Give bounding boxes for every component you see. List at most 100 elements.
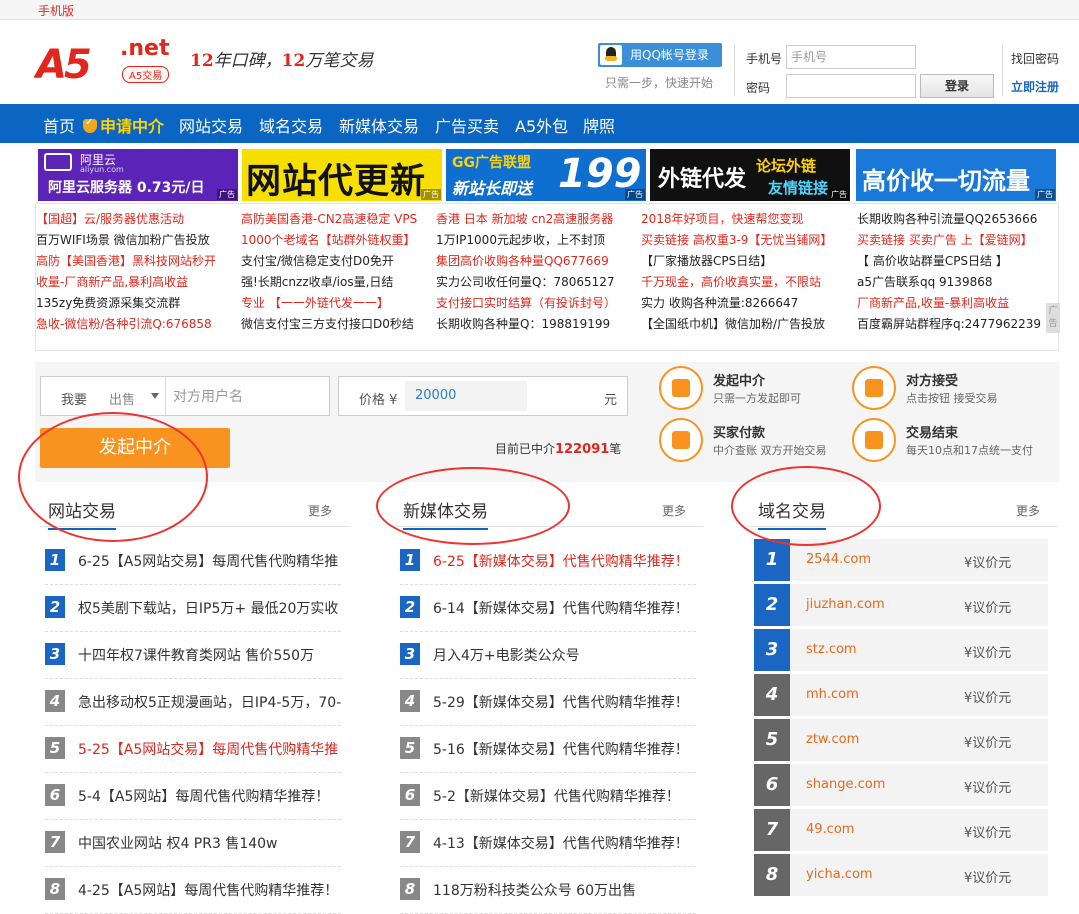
list-item[interactable]: 2 6-14【新媒体交易】代售代购精华推荐！ [400,585,696,632]
list-item[interactable]: 3 月入4万+电影类公众号 [400,632,696,679]
text-ad-link[interactable]: 支付接口实时结算（有投诉封号） [436,293,636,314]
domain-row[interactable]: 6 shange.com ¥议价元 [754,764,1048,806]
list-item-title[interactable]: 5-16【新媒体交易】代售代购精华推荐！ [433,739,698,759]
more-website-link[interactable]: 更多 [308,502,332,519]
list-item[interactable]: 4 5-29【新媒体交易】代售代购精华推荐！ [400,679,696,726]
list-item-title[interactable]: 118万粉科技类公众号 60万出售 [433,880,698,900]
domain-name[interactable]: yicha.com [806,867,873,882]
price-input[interactable]: 20000 [405,381,527,411]
banner-backlink-posting[interactable]: 外链代发 论坛外链 友情链接 广告 [650,149,850,201]
text-ad-link[interactable]: a5广告联系qq 9139868 [857,272,1057,293]
side-ad-tab[interactable]: 广告 [1046,303,1060,333]
domain-row[interactable]: 7 49.com ¥议价元 [754,809,1048,851]
text-ad-link[interactable]: 千万现金，高价收真实量，不限站 [641,272,841,293]
text-ad-link[interactable]: 香港 日本 新加坡 cn2高速服务器 [436,209,636,230]
list-item[interactable]: 3 十四年权7课件教育类网站 售价550万 [45,632,341,679]
list-item-title[interactable]: 4-13【新媒体交易】代售代购精华推荐！ [433,833,698,853]
nav-media-trade[interactable]: 新媒体交易 [339,113,419,137]
qq-login-button[interactable]: 用QQ帐号登录 [598,43,722,67]
list-item-title[interactable]: 5-25【A5网站交易】每周代售代购精华推 [78,739,343,759]
list-item[interactable]: 6 5-2【新媒体交易】代售代购精华推荐！ [400,773,696,820]
domain-row[interactable]: 4 mh.com ¥议价元 [754,674,1048,716]
text-ad-link[interactable]: 【国超】云/服务器优惠活动 [36,209,236,230]
text-ad-link[interactable]: 急收-微信粉/各种引流Q:676858 [36,314,236,335]
list-item[interactable]: 5 5-25【A5网站交易】每周代售代购精华推 [45,726,341,773]
text-ad-link[interactable]: 长期收购各种量Q：198819199 [436,314,636,335]
text-ad-link[interactable]: 买卖链接 买卖广告 上【爱链网】 [857,230,1057,251]
domain-name[interactable]: stz.com [806,642,857,657]
list-item-title[interactable]: 5-4【A5网站】每周代售代购精华推荐！ [78,786,343,806]
find-password-link[interactable]: 找回密码 [1011,50,1059,67]
nav-license[interactable]: 牌照 [583,113,615,137]
text-ad-link[interactable]: 厂商新产品,收量-暴利高收益 [857,293,1057,314]
domain-row[interactable]: 2 jiuzhan.com ¥议价元 [754,584,1048,626]
list-item-title[interactable]: 6-25【新媒体交易】代售代购精华推荐！ [433,551,698,571]
text-ad-link[interactable]: 收量-厂商新产品,暴利高收益 [36,272,236,293]
nav-website-trade[interactable]: 网站交易 [179,113,243,137]
nav-a5-outsource[interactable]: A5外包 [515,113,568,137]
list-item-title[interactable]: 月入4万+电影类公众号 [433,645,698,665]
list-item[interactable]: 8 118万粉科技类公众号 60万出售 [400,867,696,914]
text-ad-link[interactable]: 实力 收购各种流量:8266647 [641,293,841,314]
text-ad-link[interactable]: 【 高价收站群量CPS日结 】 [857,251,1057,272]
text-ad-link[interactable]: 专业 【一一外链代发一一】 [241,293,441,314]
list-item-title[interactable]: 4-25【A5网站】每周代售代购精华推荐！ [78,880,343,900]
list-item-title[interactable]: 6-14【新媒体交易】代售代购精华推荐！ [433,598,698,618]
list-item[interactable]: 7 4-13【新媒体交易】代售代购精华推荐！ [400,820,696,867]
register-link[interactable]: 立即注册 [1011,78,1059,95]
text-ad-link[interactable]: 【厂家播放器CPS日结】 [641,251,841,272]
domain-name[interactable]: ztw.com [806,732,859,747]
list-item-title[interactable]: 十四年权7课件教育类网站 售价550万 [78,645,343,665]
text-ad-link[interactable]: 实力公司收任何量Q：78065127 [436,272,636,293]
list-item[interactable]: 8 4-25【A5网站】每周代售代购精华推荐！ [45,867,341,914]
nav-domain-trade[interactable]: 域名交易 [259,113,323,137]
text-ad-link[interactable]: 百万WIFI场景 微信加粉广告投放 [36,230,236,251]
text-ad-link[interactable]: 百度霸屏站群程序q:2477962239 [857,314,1057,335]
list-item-title[interactable]: 5-2【新媒体交易】代售代购精华推荐！ [433,786,698,806]
list-item-title[interactable]: 急出移动权5正规漫画站，日IP4-5万，70- [78,692,343,712]
domain-name[interactable]: 49.com [806,822,854,837]
text-ad-link[interactable]: 买卖链接 高权重3-9【无忧当铺网】 [641,230,841,251]
list-item-title[interactable]: 6-25【A5网站交易】每周代售代购精华推 [78,551,343,571]
password-input[interactable] [786,74,916,98]
text-ad-link[interactable]: 2018年好项目，快速帮您变现 [641,209,841,230]
text-ad-link[interactable]: 长期收购各种引流量QQ2653666 [857,209,1057,230]
banner-traffic-buy[interactable]: 高价收一切流量 广告 [856,149,1056,201]
text-ad-link[interactable]: 微信支付宝三方支付接口D0秒结 [241,314,441,335]
domain-row[interactable]: 8 yicha.com ¥议价元 [754,854,1048,896]
domain-name[interactable]: jiuzhan.com [806,597,885,612]
domain-name[interactable]: mh.com [806,687,859,702]
login-button[interactable]: 登录 [920,74,994,98]
text-ad-link[interactable]: 135zy免费资源采集交流群 [36,293,236,314]
more-media-link[interactable]: 更多 [662,502,686,519]
list-item-title[interactable]: 中国农业网站 权4 PR3 售140w [78,833,343,853]
domain-row[interactable]: 3 stz.com ¥议价元 [754,629,1048,671]
text-ad-link[interactable]: 高防美国香港-CN2高速稳定 VPS [241,209,441,230]
nav-apply-escrow[interactable]: 申请中介 [83,113,164,137]
text-ad-link[interactable]: 高防【美国香港】黑科技网站秒开 [36,251,236,272]
text-ad-link[interactable]: 强!长期cnzz收卓/ios量,日结 [241,272,441,293]
domain-name[interactable]: 2544.com [806,552,871,567]
text-ad-link[interactable]: 1万IP1000元起步收，上不封顶 [436,230,636,251]
nav-ad-trade[interactable]: 广告买卖 [435,113,499,137]
list-item-title[interactable]: 5-29【新媒体交易】代售代购精华推荐！ [433,692,698,712]
list-item[interactable]: 4 急出移动权5正规漫画站，日IP4-5万，70- [45,679,341,726]
list-item[interactable]: 2 权5美剧下载站，日IP5万+ 最低20万实收 [45,585,341,632]
text-ad-link[interactable]: 【全国纸巾机】微信加粉/广告投放 [641,314,841,335]
list-item[interactable]: 1 6-25【新媒体交易】代售代购精华推荐！ [400,538,696,585]
banner-site-update[interactable]: 网站代更新 广告 [242,149,442,201]
nav-home[interactable]: 首页 [43,113,75,137]
text-ad-link[interactable]: 集团高价收购各种量QQ677669 [436,251,636,272]
mobile-version-link[interactable]: 手机版 [38,2,74,19]
domain-row[interactable]: 5 ztw.com ¥议价元 [754,719,1048,761]
phone-input[interactable] [786,45,916,69]
chevron-down-icon[interactable] [151,393,159,399]
counterparty-username-input[interactable] [173,385,293,407]
list-item-title[interactable]: 权5美剧下载站，日IP5万+ 最低20万实收 [78,598,343,618]
list-item[interactable]: 7 中国农业网站 权4 PR3 售140w [45,820,341,867]
list-item[interactable]: 1 6-25【A5网站交易】每周代售代购精华推 [45,538,341,585]
banner-gg-ad-alliance[interactable]: GG广告联盟 新站长即送 199 广告 [446,149,646,201]
trade-mode-select[interactable]: 出售 [109,389,135,408]
a5-logo[interactable]: A5 .net A5交易 [36,36,176,88]
list-item[interactable]: 6 5-4【A5网站】每周代售代购精华推荐！ [45,773,341,820]
